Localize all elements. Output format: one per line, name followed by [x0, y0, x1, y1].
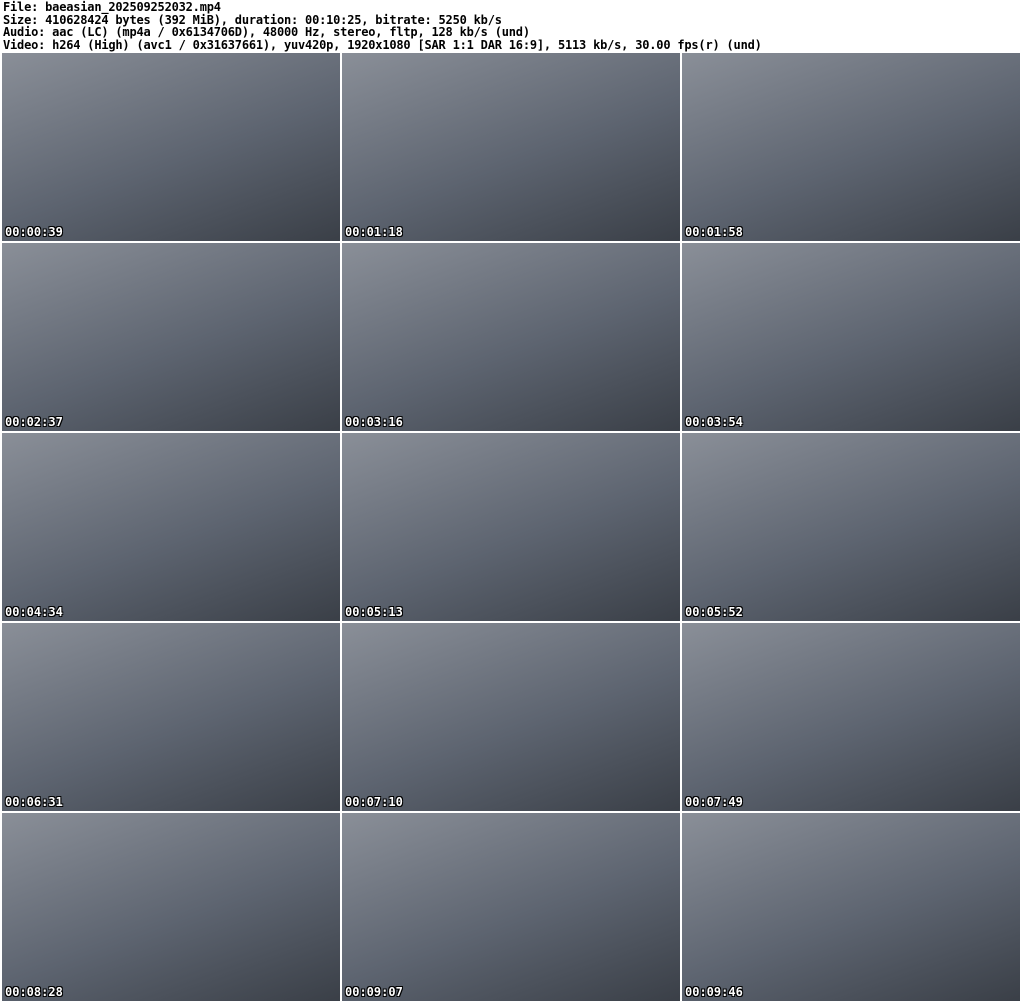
thumbnail-timestamp: 00:03:54: [685, 415, 743, 429]
thumbnail-timestamp: 00:02:37: [5, 415, 63, 429]
thumbnail-timestamp: 00:09:46: [685, 985, 743, 999]
thumbnail-timestamp: 00:05:52: [685, 605, 743, 619]
thumbnail-timestamp: 00:07:49: [685, 795, 743, 809]
video-thumbnail: 00:05:13: [342, 433, 680, 621]
video-thumbnail: 00:07:49: [682, 623, 1020, 811]
video-thumbnail: 00:02:37: [2, 243, 340, 431]
video-thumbnail: 00:05:52: [682, 433, 1020, 621]
video-thumbnail: 00:06:31: [2, 623, 340, 811]
thumbnail-timestamp: 00:06:31: [5, 795, 63, 809]
video-thumbnail: 00:03:54: [682, 243, 1020, 431]
file-name: File: baeasian_202509252032.mp4: [3, 0, 221, 14]
thumbnail-timestamp: 00:05:13: [345, 605, 403, 619]
video-thumbnail: 00:07:10: [342, 623, 680, 811]
thumbnail-timestamp: 00:01:18: [345, 225, 403, 239]
thumbnail-timestamp: 00:09:07: [345, 985, 403, 999]
video-thumbnail: 00:01:58: [682, 53, 1020, 241]
thumbnail-grid: 00:00:39 00:01:18 00:01:58 00:02:37 00:03:16…: [2, 53, 1022, 1001]
thumbnail-timestamp: 00:08:28: [5, 985, 63, 999]
video-thumbnail: 00:00:39: [2, 53, 340, 241]
video-thumbnail: 00:09:46: [682, 813, 1020, 1001]
video-thumbnail: 00:03:16: [342, 243, 680, 431]
video-thumbnail: 00:04:34: [2, 433, 340, 621]
thumbnail-timestamp: 00:07:10: [345, 795, 403, 809]
video-thumbnail: 00:08:28: [2, 813, 340, 1001]
thumbnail-timestamp: 00:03:16: [345, 415, 403, 429]
thumbnail-timestamp: 00:00:39: [5, 225, 63, 239]
audio-info: Audio: aac (LC) (mp4a / 0x6134706D), 480…: [3, 25, 530, 39]
thumbnail-timestamp: 00:01:58: [685, 225, 743, 239]
thumbnail-timestamp: 00:04:34: [5, 605, 63, 619]
file-info-header: File: baeasian_202509252032.mp4 Size: 41…: [3, 1, 762, 51]
video-thumbnail: 00:09:07: [342, 813, 680, 1001]
video-thumbnail: 00:01:18: [342, 53, 680, 241]
video-info: Video: h264 (High) (avc1 / 0x31637661), …: [3, 37, 762, 52]
